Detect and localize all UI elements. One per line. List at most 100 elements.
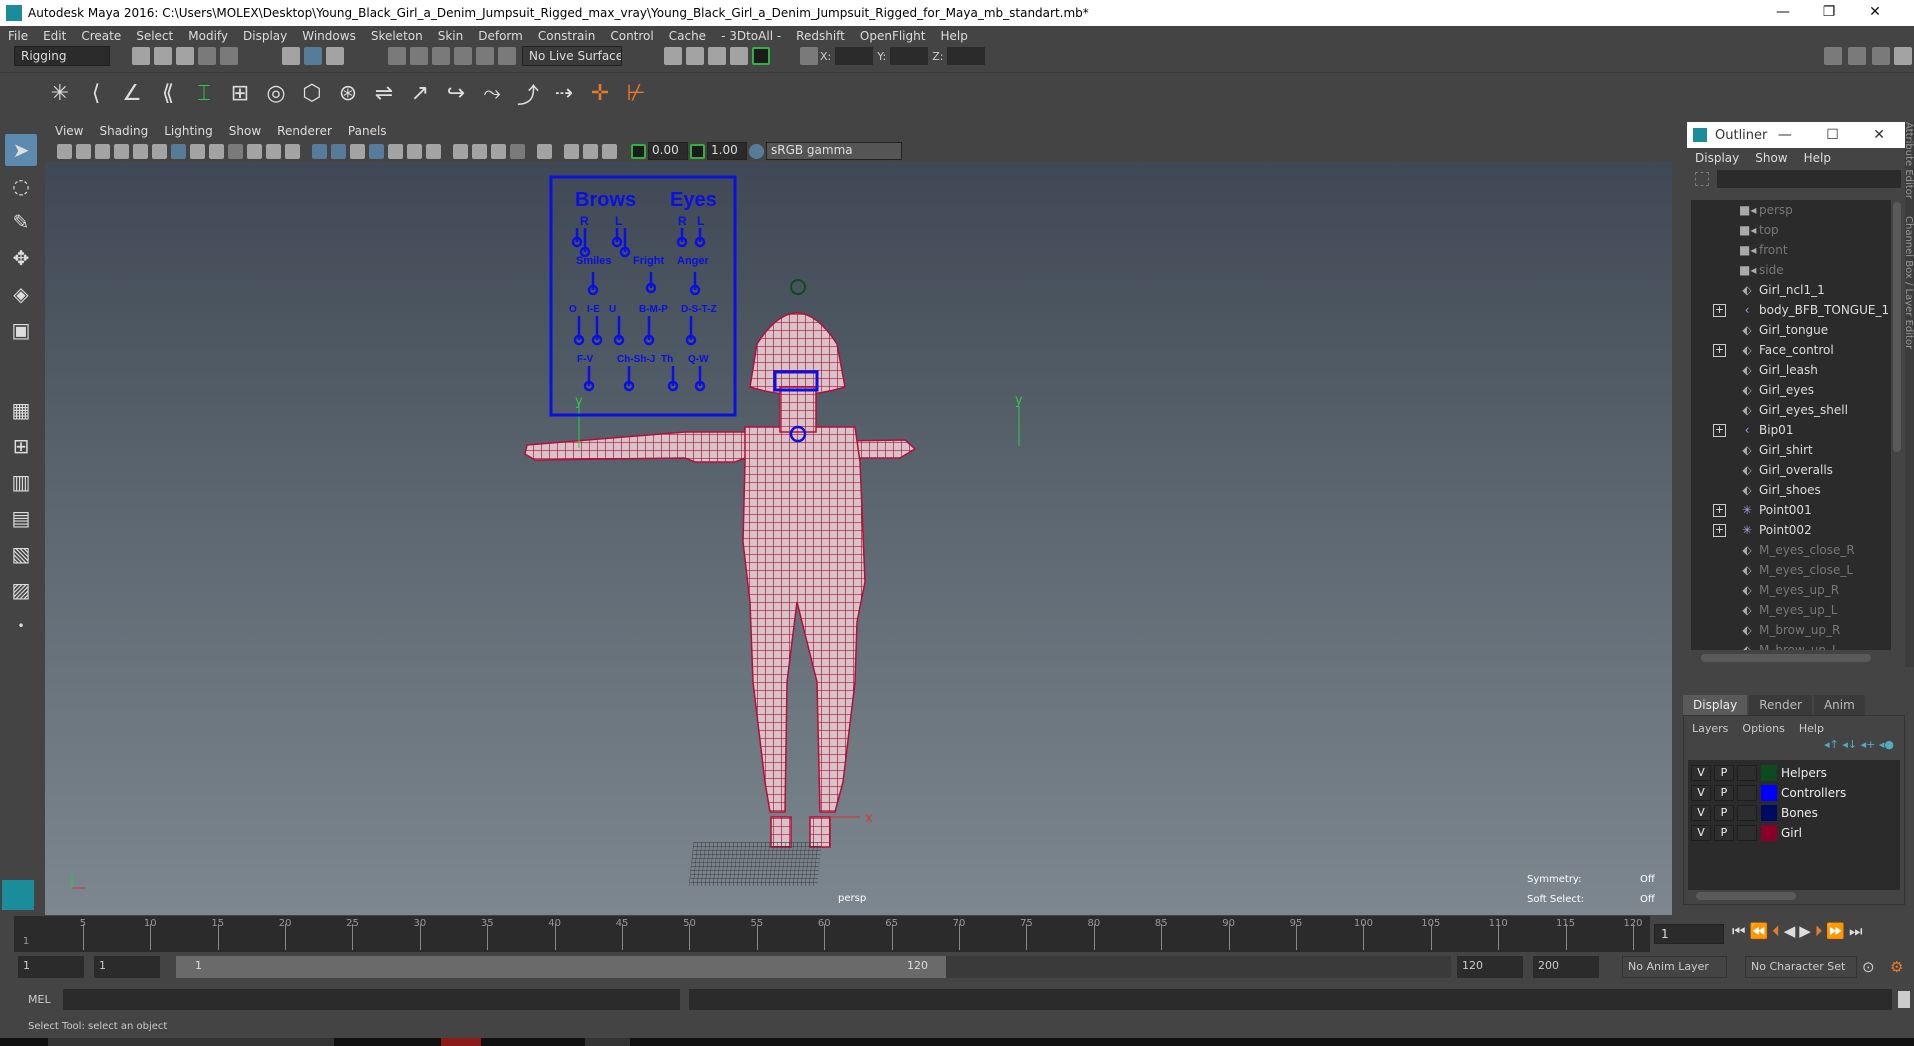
locator-icon[interactable]: ⌶ (189, 79, 219, 109)
outliner-item[interactable]: ■◂ side (1691, 260, 1891, 280)
insert-joint-icon[interactable]: ⟨ (81, 79, 111, 109)
step-back-frame-icon[interactable]: ⏴ (1772, 922, 1780, 940)
custom-layout-icon[interactable]: • (5, 610, 37, 642)
channel-box-toggle-icon[interactable] (1848, 47, 1866, 65)
view-transform-dropdown[interactable]: sRGB gamma (766, 142, 902, 160)
snap-live-icon[interactable] (498, 47, 516, 65)
face-control-board[interactable]: Brows Eyes R L R L Smiles Fright Anger O… (549, 175, 737, 417)
layer-color-swatch[interactable] (1761, 765, 1777, 781)
xray-joints-icon[interactable] (602, 143, 617, 159)
display-type-toggle[interactable] (1737, 785, 1757, 801)
outliner-search-input[interactable] (1717, 170, 1901, 188)
head-helper[interactable] (790, 279, 806, 295)
layer-row[interactable]: V P Helpers (1688, 763, 1900, 783)
close-button[interactable]: ✕ (1852, 0, 1898, 26)
outliner-item[interactable]: ⬖ Girl_ncl1_1 (1691, 280, 1891, 300)
visibility-toggle[interactable]: V (1691, 785, 1711, 801)
sculpt-icon[interactable]: ⬡ (297, 79, 327, 109)
ipr-render-icon[interactable] (708, 47, 726, 65)
current-frame-field[interactable]: 1 (1654, 924, 1724, 944)
script-editor-icon[interactable] (1898, 991, 1910, 1008)
layers-toggle-icon[interactable] (1894, 47, 1912, 65)
outliner-menu-display[interactable]: Display (1695, 151, 1739, 165)
outliner-item[interactable]: ⬖ M_eyes_close_R (1691, 540, 1891, 560)
camera-select-icon[interactable] (57, 143, 72, 159)
layer-menu-layers[interactable]: Layers (1692, 722, 1728, 735)
display-type-toggle[interactable] (1737, 765, 1757, 781)
command-input[interactable] (63, 989, 680, 1010)
select-component-icon[interactable] (326, 47, 344, 65)
menu-control[interactable]: Control (610, 29, 653, 43)
outliner-item[interactable]: + ✳ Point001 (1691, 500, 1891, 520)
scale-tool-icon[interactable]: ▣ (5, 314, 37, 346)
save-scene-icon[interactable] (176, 47, 194, 65)
expand-icon[interactable]: + (1713, 523, 1726, 537)
redo-icon[interactable] (220, 47, 238, 65)
parent-constraint-icon[interactable]: ⇢ (549, 79, 579, 109)
grid-icon[interactable] (171, 143, 186, 159)
playback-toggle[interactable]: P (1714, 805, 1734, 821)
outliner-item[interactable]: ⬖ Girl_eyes (1691, 380, 1891, 400)
cluster-icon[interactable]: ⊞ (225, 79, 255, 109)
y-field[interactable] (890, 47, 929, 65)
paint-weights-icon[interactable]: ⇌ (369, 79, 399, 109)
outliner-menu-help[interactable]: Help (1804, 151, 1831, 165)
textured-icon[interactable] (388, 143, 403, 159)
layer-tab-display[interactable]: Display (1683, 695, 1748, 715)
depth-of-field-icon[interactable] (510, 143, 525, 159)
camera-attributes-icon[interactable] (76, 143, 91, 159)
perspective-viewport[interactable]: View Shading Lighting Show Renderer Panels (45, 122, 1672, 915)
bookmark-icon[interactable] (95, 143, 110, 159)
aim-constraint-icon[interactable]: ↪ (441, 79, 471, 109)
menu-help[interactable]: Help (940, 29, 967, 43)
transform-input-icon[interactable] (800, 47, 818, 65)
screen-space-ao-icon[interactable] (453, 143, 468, 159)
image-plane-icon[interactable] (114, 143, 129, 159)
outliner-vertical-scrollbar[interactable] (1893, 202, 1901, 452)
gamma-icon[interactable] (690, 143, 705, 159)
persp-outliner-layout-icon[interactable]: ▥ (5, 466, 37, 498)
outliner-item[interactable]: ⬖ Girl_eyes_shell (1691, 400, 1891, 420)
go-to-end-icon[interactable]: ⏭ (1849, 922, 1863, 940)
render-globals-icon[interactable] (730, 47, 748, 65)
wireframe-on-shaded-icon[interactable] (369, 143, 384, 159)
menu-modify[interactable]: Modify (188, 29, 228, 43)
outliner-horizontal-scrollbar[interactable] (1701, 654, 1871, 662)
3d-scene[interactable]: y y x Brows Eyes R L R L Smiles Fright A… (45, 162, 1672, 915)
visibility-toggle[interactable]: V (1691, 805, 1711, 821)
maya-home-icon[interactable] (2, 880, 34, 910)
gate-mask-icon[interactable] (228, 143, 243, 159)
outliner-item[interactable]: ⬖ M_brow_up_L (1691, 640, 1891, 650)
menu-create[interactable]: Create (81, 29, 121, 43)
layer-row[interactable]: V P Bones (1688, 803, 1900, 823)
menu-3dtoall[interactable]: - 3DtoAll - (721, 29, 781, 43)
outliner-menu-show[interactable]: Show (1755, 151, 1787, 165)
point-constraint-icon[interactable]: ↗ (405, 79, 435, 109)
anim-layer-dropdown[interactable]: No Anim Layer (1622, 956, 1727, 978)
paint-select-icon[interactable]: ✎ (5, 206, 37, 238)
playback-toggle[interactable]: P (1714, 785, 1734, 801)
range-slider-bar[interactable]: 1 120 (176, 956, 946, 978)
new-empty-layer-icon[interactable]: ◂+ (1861, 738, 1876, 751)
expand-icon[interactable]: + (1713, 503, 1726, 517)
workspace-icon[interactable] (1824, 47, 1842, 65)
layer-row[interactable]: V P Girl (1688, 823, 1900, 843)
time-slider[interactable]: 5 10 15 20 25 30 35 40 45 50 55 60 65 70 75 80 85 90 95 100… (14, 916, 1650, 952)
visibility-toggle[interactable]: V (1691, 765, 1711, 781)
hypershade-icon[interactable] (752, 47, 770, 65)
outliner-item[interactable]: ⬖ Girl_overalls (1691, 460, 1891, 480)
open-scene-icon[interactable] (154, 47, 172, 65)
hypershade-layout-icon[interactable]: ▧ (5, 538, 37, 570)
single-perspective-layout-icon[interactable]: ▦ (5, 394, 37, 426)
ik-spline-icon[interactable]: ⟪ (153, 79, 183, 109)
pole-vector-icon[interactable]: ✛ (585, 79, 615, 109)
menu-edit[interactable]: Edit (43, 29, 66, 43)
persp-graph-hypergraph-layout-icon[interactable]: ▨ (5, 574, 37, 606)
resolution-gate-icon[interactable] (209, 143, 224, 159)
scale-constraint-icon[interactable]: ⤴ (513, 79, 543, 109)
select-hierarchy-icon[interactable] (282, 47, 300, 65)
exposure-icon[interactable] (631, 143, 646, 159)
new-scene-icon[interactable] (132, 47, 150, 65)
grease-pencil-icon[interactable] (152, 143, 167, 159)
step-back-key-icon[interactable]: ⏪ (1750, 922, 1769, 940)
